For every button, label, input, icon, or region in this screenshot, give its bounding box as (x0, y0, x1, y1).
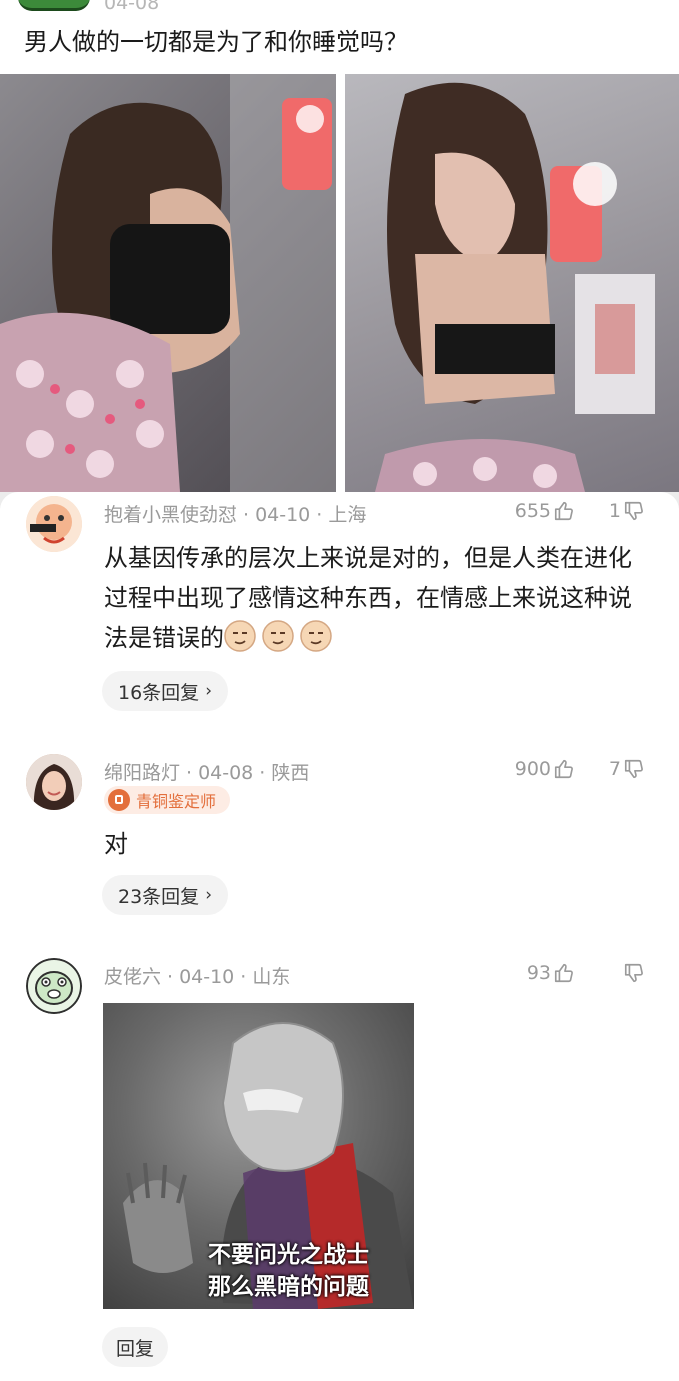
caption-line: 那么黑暗的问题 (208, 1274, 369, 1300)
avatar[interactable] (26, 754, 82, 810)
badge-label: 青铜鉴定师 (136, 792, 217, 811)
like-count: 93 (526, 962, 551, 984)
comment-author[interactable]: 绵阳路灯 (104, 762, 180, 784)
comment-text: 对 (104, 830, 128, 858)
separator: · (316, 504, 323, 526)
comment-author[interactable]: 抱着小黑使劲怼 (104, 504, 237, 526)
smirk-face-icon (262, 620, 294, 652)
post-photo-left[interactable] (0, 74, 336, 492)
separator: · (243, 504, 250, 526)
post-author-avatar[interactable] (18, 0, 90, 11)
thumbs-up-icon (554, 501, 573, 521)
smirk-face-icon (224, 620, 256, 652)
comment-location: 上海 (328, 504, 367, 526)
comments-card: 抱着小黑使劲怼 · 04-10 · 上海 655 1 从基因传承的层次上来说是对的，但是… (0, 492, 679, 1381)
chevron-right-icon: › (205, 681, 212, 701)
comment-meta: 绵阳路灯 · 04-08 · 陕西 (104, 758, 309, 785)
comment-image[interactable]: 不要问光之战士 那么黑暗的问题 (103, 1003, 414, 1309)
view-replies-button[interactable]: 16条回复 › (102, 671, 228, 711)
like-count: 655 (514, 500, 551, 522)
chevron-right-icon: › (205, 885, 212, 905)
comment-body: 对 (104, 824, 654, 864)
view-replies-button[interactable]: 23条回复 › (102, 875, 228, 915)
post-photo-right[interactable] (345, 74, 679, 492)
badge-icon (108, 789, 130, 811)
comment-text: 从基因传承的层次上来说是对的，但是人类在进化过程中出现了感情这种东西，在情感上来… (104, 544, 632, 652)
comment-date: 04-10 (179, 966, 235, 988)
emoji-group (224, 620, 338, 652)
user-badge[interactable]: 青铜鉴定师 (104, 786, 231, 814)
replies-count: 23条回复 (118, 885, 200, 908)
like-count: 900 (514, 758, 551, 780)
comment-meta: 抱着小黑使劲怼 · 04-10 · 上海 (104, 500, 366, 527)
like-button[interactable]: 93 (527, 962, 575, 984)
separator: · (240, 966, 247, 988)
reply-button[interactable]: 回复 (102, 1327, 169, 1367)
like-button[interactable]: 900 (515, 758, 575, 780)
comment-location: 陕西 (271, 762, 310, 784)
thumbs-up-icon (554, 963, 573, 983)
image-caption: 不要问光之战士 那么黑暗的问题 (103, 1239, 414, 1303)
dislike-count: 1 (608, 500, 621, 522)
dislike-button[interactable]: 7 (609, 758, 645, 780)
avatar[interactable] (26, 958, 82, 1014)
photo-gap (336, 74, 345, 492)
separator: · (186, 762, 193, 784)
replies-count: 16条回复 (118, 681, 200, 704)
separator: · (167, 966, 174, 988)
post-title: 男人做的一切都是为了和你睡觉吗？ (24, 28, 408, 56)
thumbs-down-icon (624, 759, 643, 779)
comment-date: 04-10 (255, 504, 311, 526)
dislike-button[interactable] (621, 962, 645, 984)
post-date: 04-08 (104, 0, 160, 14)
comment-author[interactable]: 皮佬六 (104, 966, 161, 988)
thumbs-up-icon (554, 759, 573, 779)
like-button[interactable]: 655 (515, 500, 575, 522)
post-header: 04-08 男人做的一切都是为了和你睡觉吗？ (0, 0, 679, 74)
smirk-face-icon (300, 620, 332, 652)
thumbs-down-icon (624, 963, 643, 983)
comment-meta: 皮佬六 · 04-10 · 山东 (104, 962, 290, 989)
dislike-button[interactable]: 1 (609, 500, 645, 522)
comment-date: 04-08 (198, 762, 254, 784)
dislike-count: 7 (608, 758, 621, 780)
comment-location: 山东 (252, 966, 291, 988)
avatar[interactable] (26, 496, 82, 552)
reply-label: 回复 (116, 1337, 155, 1360)
thumbs-down-icon (624, 501, 643, 521)
comment-body: 从基因传承的层次上来说是对的，但是人类在进化过程中出现了感情这种东西，在情感上来… (104, 538, 654, 658)
separator: · (259, 762, 266, 784)
caption-line: 不要问光之战士 (208, 1242, 369, 1268)
